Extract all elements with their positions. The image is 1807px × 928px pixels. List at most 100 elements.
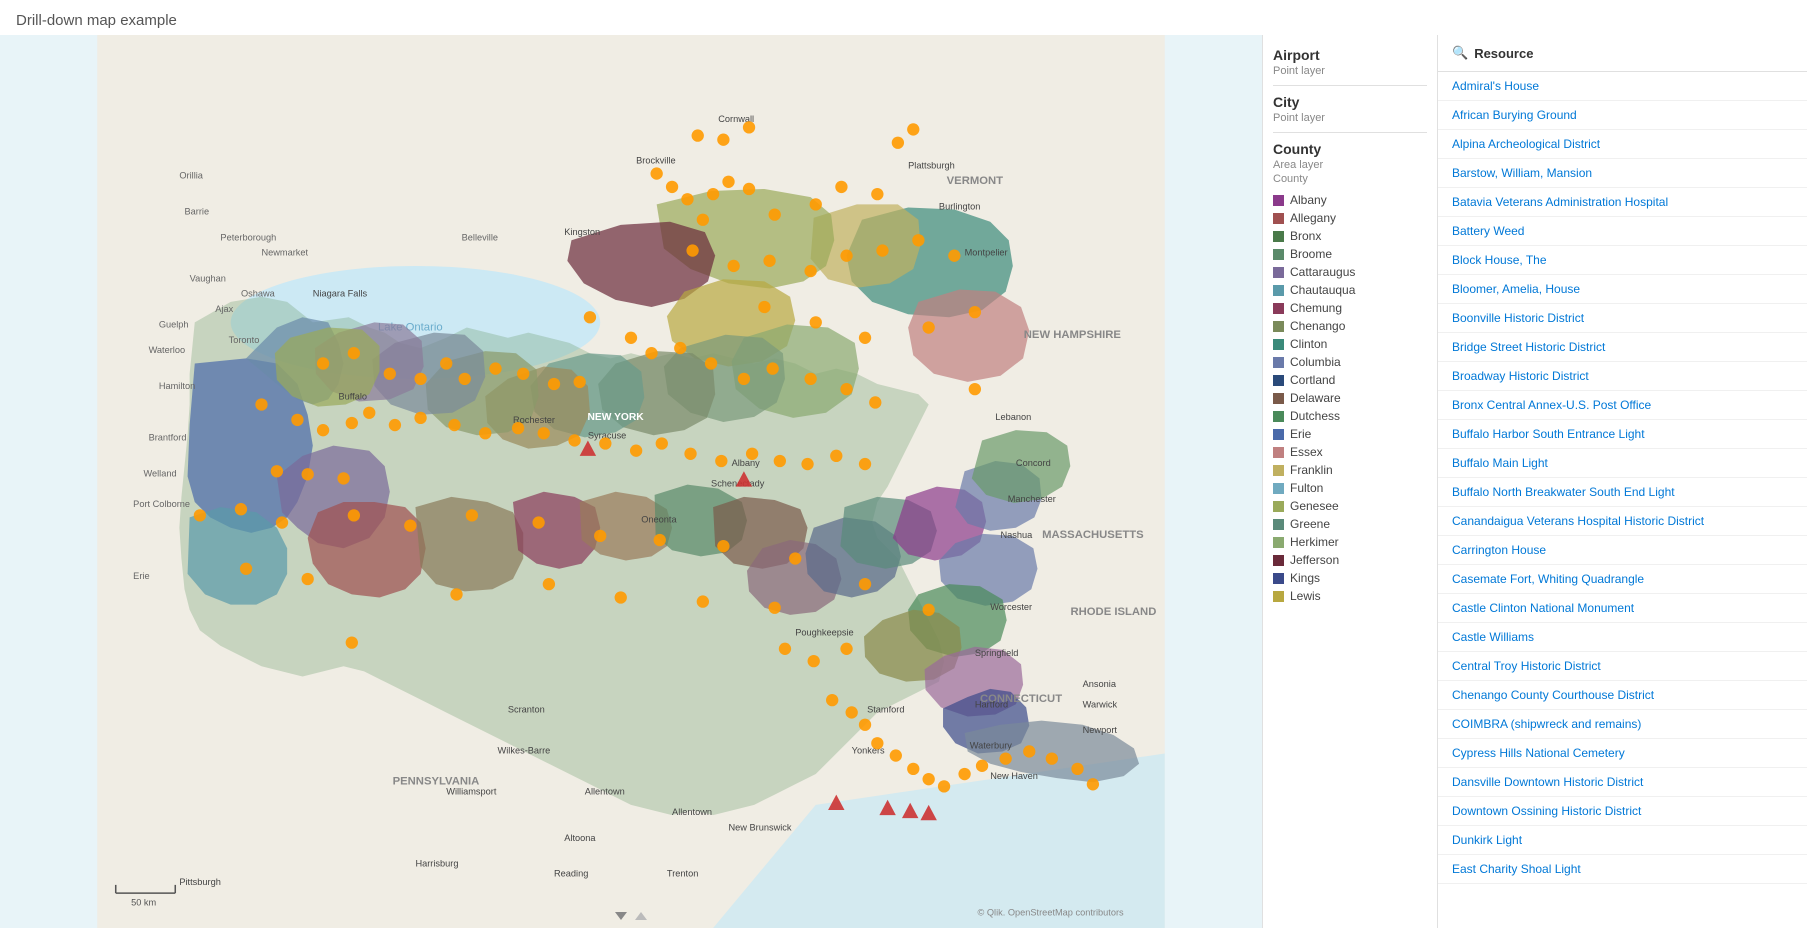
resource-list-item[interactable]: Admiral's House — [1438, 72, 1807, 101]
legend-county-title: County — [1273, 141, 1427, 157]
svg-text:Worcester: Worcester — [990, 602, 1032, 612]
svg-text:Port Colborne: Port Colborne — [133, 499, 190, 509]
svg-text:Newport: Newport — [1083, 725, 1118, 735]
legend-county-item[interactable]: Broome — [1273, 247, 1427, 261]
legend-county-item[interactable]: Erie — [1273, 427, 1427, 441]
resource-list-item[interactable]: East Charity Shoal Light — [1438, 855, 1807, 884]
page-title: Drill-down map example — [0, 0, 1807, 35]
legend-county-item[interactable]: Chautauqua — [1273, 283, 1427, 297]
resource-list-item[interactable]: African Burying Ground — [1438, 101, 1807, 130]
svg-text:PENNSYLVANIA: PENNSYLVANIA — [393, 775, 480, 787]
legend-county-item[interactable]: Chemung — [1273, 301, 1427, 315]
legend-county-item[interactable]: Clinton — [1273, 337, 1427, 351]
legend-county-item[interactable]: Genesee — [1273, 499, 1427, 513]
legend-county-item[interactable]: Cortland — [1273, 373, 1427, 387]
resource-list-item[interactable]: Dunkirk Light — [1438, 826, 1807, 855]
legend-divider-2 — [1273, 132, 1427, 133]
legend-county-item[interactable]: Bronx — [1273, 229, 1427, 243]
resource-list-item[interactable]: Block House, The — [1438, 246, 1807, 275]
resource-list-item[interactable]: Dansville Downtown Historic District — [1438, 768, 1807, 797]
svg-text:Newmarket: Newmarket — [261, 248, 308, 258]
legend-county-item[interactable]: Greene — [1273, 517, 1427, 531]
county-legend-items: Albany Allegany Bronx Broome Cattaraugus Chau… — [1273, 193, 1427, 603]
svg-text:Allentown: Allentown — [585, 787, 625, 797]
legend-county-sub2: County — [1273, 173, 1427, 185]
nav-arrow-down[interactable] — [615, 912, 627, 920]
svg-text:Scranton: Scranton — [508, 704, 545, 714]
svg-text:Trenton: Trenton — [667, 869, 698, 879]
legend-panel: Airport Point layer City Point layer Cou… — [1262, 35, 1437, 928]
resource-list-item[interactable]: Carrington House — [1438, 536, 1807, 565]
resource-list-item[interactable]: Chenango County Courthouse District — [1438, 681, 1807, 710]
svg-text:Manchester: Manchester — [1008, 494, 1056, 504]
resource-header: 🔍 Resource — [1438, 35, 1807, 72]
svg-text:Altoona: Altoona — [564, 833, 596, 843]
legend-county-item[interactable]: Dutchess — [1273, 409, 1427, 423]
resource-panel[interactable]: 🔍 Resource Admiral's HouseAfrican Buryin… — [1437, 35, 1807, 928]
resource-list-item[interactable]: Bridge Street Historic District — [1438, 333, 1807, 362]
resource-list-item[interactable]: Battery Weed — [1438, 217, 1807, 246]
resource-list-item[interactable]: Cypress Hills National Cemetery — [1438, 739, 1807, 768]
resource-list-item[interactable]: Buffalo Harbor South Entrance Light — [1438, 420, 1807, 449]
legend-county-item[interactable]: Fulton — [1273, 481, 1427, 495]
resource-list-item[interactable]: Castle Williams — [1438, 623, 1807, 652]
svg-text:Ansonia: Ansonia — [1083, 679, 1117, 689]
svg-text:VERMONT: VERMONT — [947, 175, 1004, 187]
svg-text:Brockville: Brockville — [636, 155, 675, 165]
svg-text:Reading: Reading — [554, 869, 588, 879]
resource-list-item[interactable]: Castle Clinton National Monument — [1438, 594, 1807, 623]
svg-text:Orillia: Orillia — [179, 171, 203, 181]
svg-text:Barrie: Barrie — [185, 207, 210, 217]
legend-county-item[interactable]: Franklin — [1273, 463, 1427, 477]
legend-county-item[interactable]: Allegany — [1273, 211, 1427, 225]
legend-county-item[interactable]: Jefferson — [1273, 553, 1427, 567]
svg-text:Harrisburg: Harrisburg — [415, 858, 458, 868]
resource-list-item[interactable]: Buffalo Main Light — [1438, 449, 1807, 478]
legend-county-item[interactable]: Lewis — [1273, 589, 1427, 603]
resource-list-item[interactable]: Buffalo North Breakwater South End Light — [1438, 478, 1807, 507]
svg-text:Niagara Falls: Niagara Falls — [313, 289, 368, 299]
svg-text:Vaughan: Vaughan — [190, 273, 226, 283]
legend-county-item[interactable]: Essex — [1273, 445, 1427, 459]
svg-text:Ajax: Ajax — [215, 304, 233, 314]
svg-text:Williamsport: Williamsport — [446, 787, 497, 797]
legend-county-item[interactable]: Delaware — [1273, 391, 1427, 405]
svg-text:Burlington: Burlington — [939, 201, 981, 211]
resource-list-item[interactable]: Canandaigua Veterans Hospital Historic D… — [1438, 507, 1807, 536]
resource-list-item[interactable]: Batavia Veterans Administration Hospital — [1438, 188, 1807, 217]
legend-county-item[interactable]: Chenango — [1273, 319, 1427, 333]
svg-text:Stamford: Stamford — [867, 704, 904, 714]
svg-text:© Qlik. OpenStreetMap contribu: © Qlik. OpenStreetMap contributors — [978, 908, 1125, 918]
resource-list-item[interactable]: Downtown Ossining Historic District — [1438, 797, 1807, 826]
svg-text:Kingston: Kingston — [564, 227, 600, 237]
app: Drill-down map example Lake Ontario — [0, 0, 1807, 928]
resource-list-item[interactable]: COIMBRA (shipwreck and remains) — [1438, 710, 1807, 739]
svg-text:50 km: 50 km — [131, 897, 156, 907]
resource-list-item[interactable]: Boonville Historic District — [1438, 304, 1807, 333]
resource-list-item[interactable]: Central Troy Historic District — [1438, 652, 1807, 681]
legend-county-item[interactable]: Cattaraugus — [1273, 265, 1427, 279]
legend-city-sub: Point layer — [1273, 112, 1427, 124]
svg-text:Buffalo: Buffalo — [338, 391, 367, 401]
svg-text:Nashua: Nashua — [1001, 530, 1034, 540]
svg-text:Hartford: Hartford — [975, 699, 1008, 709]
resource-list-item[interactable]: Alpina Archeological District — [1438, 130, 1807, 159]
svg-text:Toronto: Toronto — [229, 335, 260, 345]
svg-text:NEW HAMPSHIRE: NEW HAMPSHIRE — [1024, 329, 1122, 341]
main-content: Lake Ontario — [0, 35, 1807, 928]
legend-county-item[interactable]: Herkimer — [1273, 535, 1427, 549]
svg-text:MASSACHUSETTS: MASSACHUSETTS — [1042, 529, 1144, 541]
svg-text:Allentown: Allentown — [672, 807, 712, 817]
legend-county-item[interactable]: Kings — [1273, 571, 1427, 585]
legend-county-item[interactable]: Columbia — [1273, 355, 1427, 369]
svg-text:Wilkes-Barre: Wilkes-Barre — [498, 746, 551, 756]
legend-county-item[interactable]: Albany — [1273, 193, 1427, 207]
map-container[interactable]: Lake Ontario — [0, 35, 1262, 928]
resource-list-item[interactable]: Barstow, William, Mansion — [1438, 159, 1807, 188]
nav-arrow-up[interactable] — [635, 912, 647, 920]
resource-list-item[interactable]: Bloomer, Amelia, House — [1438, 275, 1807, 304]
nav-arrows — [615, 912, 647, 920]
resource-list-item[interactable]: Casemate Fort, Whiting Quadrangle — [1438, 565, 1807, 594]
resource-list-item[interactable]: Broadway Historic District — [1438, 362, 1807, 391]
resource-list-item[interactable]: Bronx Central Annex-U.S. Post Office — [1438, 391, 1807, 420]
